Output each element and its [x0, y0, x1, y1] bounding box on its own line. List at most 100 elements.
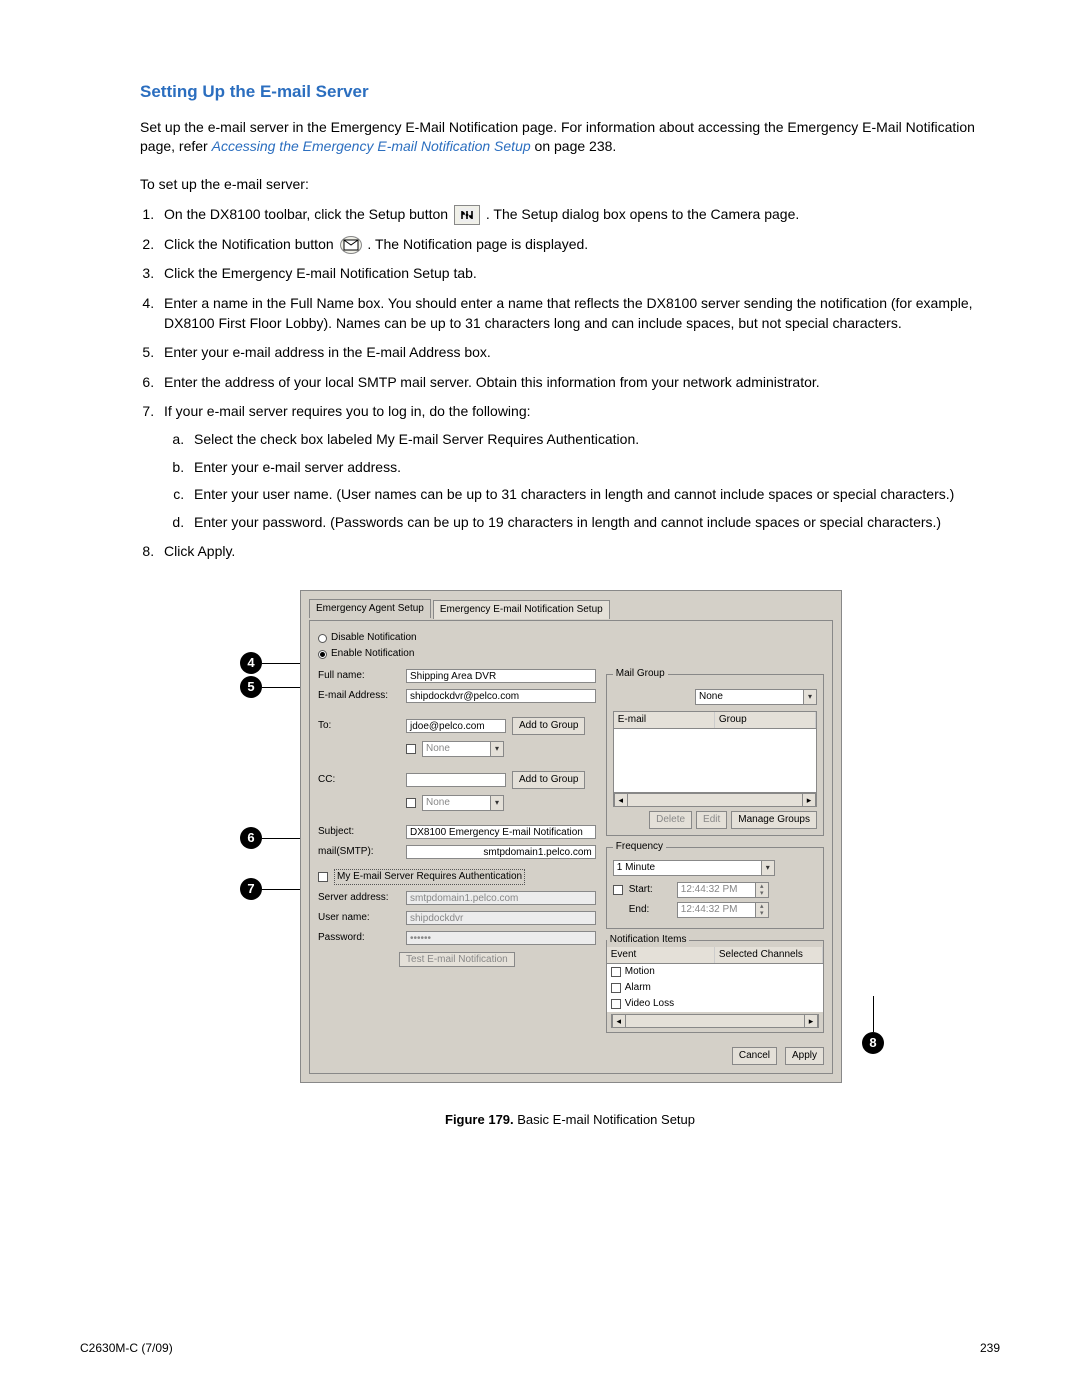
notif-item-alarm[interactable]: Alarm — [607, 980, 823, 996]
callout-6-bubble: 6 — [240, 827, 262, 849]
spin-up-icon[interactable]: ▴ — [756, 903, 768, 910]
mail-group-select[interactable]: None ▾ — [695, 689, 817, 705]
frequency-interval-select[interactable]: 1 Minute ▾ — [613, 860, 775, 876]
to-group-checkbox[interactable] — [406, 744, 416, 754]
chevron-down-icon: ▾ — [803, 690, 816, 704]
server-address-input[interactable]: smtpdomain1.pelco.com — [406, 891, 596, 905]
frequency-fieldset: Frequency 1 Minute ▾ Start: 12:44:32 PM — [606, 840, 824, 929]
tab-email-notification[interactable]: Emergency E-mail Notification Setup — [433, 600, 610, 619]
tab-emergency-agent[interactable]: Emergency Agent Setup — [309, 599, 431, 618]
callout-8-bubble: 8 — [862, 1032, 884, 1054]
scroll-right-icon[interactable]: ▸ — [804, 1015, 818, 1028]
tabs: Emergency Agent Setup Emergency E-mail N… — [309, 599, 833, 618]
server-address-label: Server address: — [318, 891, 400, 905]
cc-group-checkbox[interactable] — [406, 798, 416, 808]
apply-button[interactable]: Apply — [785, 1047, 824, 1065]
step-4: Enter a name in the Full Name box. You s… — [158, 294, 1000, 333]
scroll-right-icon[interactable]: ▸ — [802, 794, 816, 807]
to-label: To: — [318, 719, 400, 733]
notif-item-video-loss[interactable]: Video Loss — [607, 996, 823, 1012]
test-email-button[interactable]: Test E-mail Notification — [399, 952, 515, 967]
motion-checkbox[interactable] — [611, 967, 621, 977]
full-name-label: Full name: — [318, 669, 400, 683]
step-1b: . The Setup dialog box opens to the Came… — [486, 206, 799, 222]
alarm-checkbox[interactable] — [611, 983, 621, 993]
chevron-down-icon: ▾ — [490, 796, 503, 810]
radio-icon-selected — [318, 650, 327, 659]
user-name-label: User name: — [318, 911, 400, 925]
frequency-legend: Frequency — [613, 840, 666, 854]
smtp-label: mail(SMTP): — [318, 845, 400, 859]
freq-end-spinner[interactable]: 12:44:32 PM ▴▾ — [677, 902, 769, 918]
callout-5-bubble: 5 — [240, 676, 262, 698]
user-name-input[interactable]: shipdockdvr — [406, 911, 596, 925]
notification-items-fieldset: Notification Items Event Selected Channe… — [606, 933, 824, 1033]
notif-item-motion[interactable]: Motion — [607, 964, 823, 980]
intro-paragraph: Set up the e-mail server in the Emergenc… — [140, 118, 1000, 157]
to-input[interactable]: jdoe@pelco.com — [406, 719, 506, 733]
cancel-button[interactable]: Cancel — [732, 1047, 777, 1065]
screenshot-wrapper: 4 5 6 7 Emergency Agent Setup Emergency … — [240, 590, 900, 1083]
add-to-group-button-cc[interactable]: Add to Group — [512, 771, 585, 789]
scroll-left-icon[interactable]: ◂ — [612, 1015, 626, 1028]
notification-envelope-icon — [340, 236, 362, 254]
callout-8: 8 — [862, 996, 884, 1054]
chevron-down-icon: ▾ — [490, 742, 503, 756]
callout-7-bubble: 7 — [240, 878, 262, 900]
video-loss-checkbox[interactable] — [611, 999, 621, 1009]
substeps-list: Select the check box labeled My E-mail S… — [188, 430, 1000, 532]
cc-label: CC: — [318, 773, 400, 787]
step-3: Click the Emergency E-mail Notification … — [158, 264, 1000, 284]
step-7a: Select the check box labeled My E-mail S… — [188, 430, 1000, 450]
step-7: If your e-mail server requires you to lo… — [158, 402, 1000, 532]
freq-start-spinner[interactable]: 12:44:32 PM ▴▾ — [677, 882, 769, 898]
manage-groups-button[interactable]: Manage Groups — [731, 811, 817, 829]
figure-text: Basic E-mail Notification Setup — [514, 1112, 695, 1127]
spin-up-icon[interactable]: ▴ — [756, 883, 768, 890]
steps-list: On the DX8100 toolbar, click the Setup b… — [158, 205, 1000, 562]
step-8: Click Apply. — [158, 542, 1000, 562]
cc-group-select[interactable]: None ▾ — [422, 795, 504, 811]
freq-start-checkbox[interactable] — [613, 885, 623, 895]
subject-input[interactable]: DX8100 Emergency E-mail Notification — [406, 825, 596, 839]
cc-input[interactable] — [406, 773, 506, 787]
delete-button[interactable]: Delete — [649, 811, 692, 829]
pre-list-text: To set up the e-mail server: — [140, 175, 1000, 195]
right-column: Mail Group None ▾ E-mail Group — [606, 663, 824, 1037]
footer-page-number: 239 — [980, 1340, 1000, 1357]
mail-group-fieldset: Mail Group None ▾ E-mail Group — [606, 667, 824, 836]
left-column: Full name: Shipping Area DVR E-mail Addr… — [318, 663, 596, 1037]
listbox-scrollbar[interactable]: ◂ ▸ — [613, 793, 817, 807]
password-input[interactable]: •••••• — [406, 931, 596, 945]
screenshot-dialog: Emergency Agent Setup Emergency E-mail N… — [300, 590, 842, 1083]
full-name-input[interactable]: Shipping Area DVR — [406, 669, 596, 683]
notification-items-legend: Notification Items — [607, 933, 690, 947]
figure-caption: Figure 179. Basic E-mail Notification Se… — [140, 1111, 1000, 1129]
scroll-left-icon[interactable]: ◂ — [614, 794, 628, 807]
email-address-label: E-mail Address: — [318, 689, 400, 703]
notif-items-scrollbar[interactable]: ◂ ▸ — [611, 1014, 819, 1028]
spin-down-icon[interactable]: ▾ — [756, 910, 768, 917]
col-email: E-mail — [614, 712, 715, 728]
radio-enable-notification[interactable]: Enable Notification — [318, 647, 824, 661]
callout-line — [873, 996, 874, 1032]
frequency-interval-value: 1 Minute — [614, 861, 761, 875]
step-2b: . The Notification page is displayed. — [367, 236, 588, 252]
page-footer: C2630M-C (7/09) 239 — [80, 1340, 1000, 1357]
radio-disable-notification[interactable]: Disable Notification — [318, 631, 824, 645]
spin-down-icon[interactable]: ▾ — [756, 890, 768, 897]
step-7d: Enter your password. (Passwords can be u… — [188, 513, 1000, 533]
email-address-input[interactable]: shipdockdvr@pelco.com — [406, 689, 596, 703]
step-7b: Enter your e-mail server address. — [188, 458, 1000, 478]
step-2: Click the Notification button . The Noti… — [158, 235, 1000, 255]
edit-button[interactable]: Edit — [696, 811, 727, 829]
intro-text-b: on page 238. — [531, 138, 617, 154]
auth-required-checkbox[interactable] — [318, 872, 328, 882]
setup-toolbar-icon — [454, 205, 480, 225]
chevron-down-icon: ▾ — [761, 861, 774, 875]
add-to-group-button-to[interactable]: Add to Group — [512, 717, 585, 735]
cross-ref-link[interactable]: Accessing the Emergency E-mail Notificat… — [212, 138, 531, 154]
to-group-select[interactable]: None ▾ — [422, 741, 504, 757]
smtp-input[interactable]: smtpdomain1.pelco.com — [406, 845, 596, 859]
mail-group-listbox[interactable]: E-mail Group — [613, 711, 817, 793]
